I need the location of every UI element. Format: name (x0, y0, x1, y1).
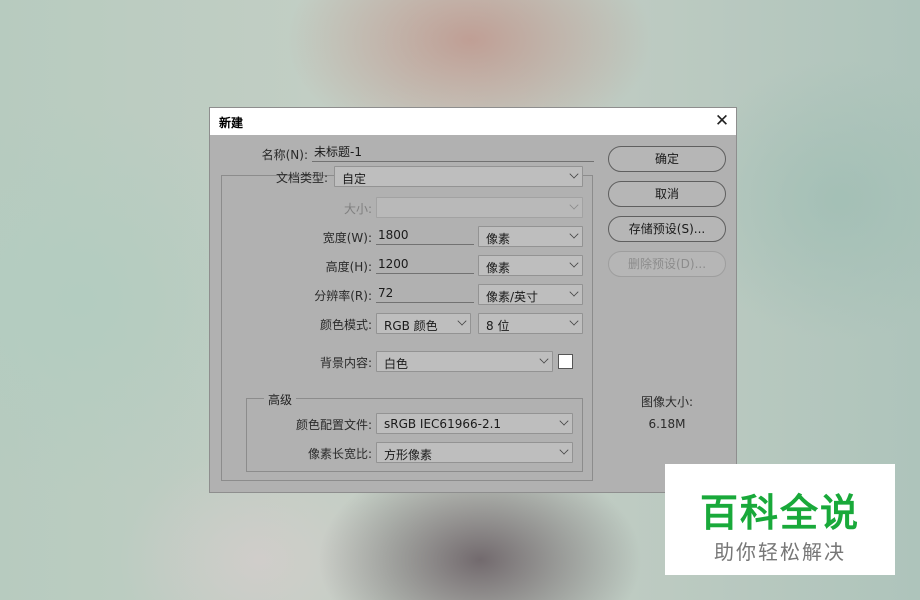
save-preset-button[interactable]: 存储预设(S)... (608, 216, 726, 242)
image-size-label: 图像大小: (640, 395, 694, 409)
background-value: 白色 (384, 357, 409, 371)
advanced-title: 高级 (264, 391, 297, 408)
height-unit-select[interactable]: 像素 (478, 255, 583, 276)
height-label: 高度(H): (325, 260, 372, 274)
chevron-down-icon (569, 200, 579, 210)
width-unit-select[interactable]: 像素 (478, 226, 583, 247)
name-field[interactable]: 未标题-1 (312, 144, 594, 162)
color-mode-select[interactable]: RGB 颜色 (376, 313, 471, 334)
background-select[interactable]: 白色 (376, 351, 553, 372)
chevron-down-icon (539, 354, 549, 364)
pixel-aspect-value: 方形像素 (384, 448, 433, 462)
bit-depth-select[interactable]: 8 位 (478, 313, 583, 334)
dialog-title: 新建 (219, 116, 244, 130)
watermark-subtitle: 助你轻松解决 (714, 540, 846, 564)
chevron-down-icon (559, 416, 569, 426)
color-mode-value: RGB 颜色 (384, 319, 438, 333)
size-select[interactable] (376, 197, 583, 218)
chevron-down-icon (569, 287, 579, 297)
height-unit-value: 像素 (486, 261, 511, 275)
cancel-button[interactable]: 取消 (608, 181, 726, 207)
delete-preset-button[interactable]: 删除预设(D)... (608, 251, 726, 277)
height-field[interactable]: 1200 (376, 256, 474, 274)
resolution-label: 分辨率(R): (314, 289, 372, 303)
name-label: 名称(N): (261, 148, 308, 162)
watermark-title: 百科全说 (699, 491, 860, 535)
pixel-aspect-select[interactable]: 方形像素 (376, 442, 573, 463)
width-field[interactable]: 1800 (376, 227, 474, 245)
resolution-unit-value: 像素/英寸 (486, 290, 539, 304)
document-type-value: 自定 (342, 172, 367, 186)
chevron-down-icon (569, 258, 579, 268)
image-size-value: 6.18M (648, 417, 686, 431)
dialog-titlebar: 新建 ✕ (210, 108, 736, 135)
size-label: 大小: (343, 202, 372, 216)
close-icon[interactable]: ✕ (712, 111, 732, 131)
chevron-down-icon (569, 169, 579, 179)
resolution-field[interactable]: 72 (376, 285, 474, 303)
chevron-down-icon (569, 316, 579, 326)
color-profile-select[interactable]: sRGB IEC61966-2.1 (376, 413, 573, 434)
watermark-logo: 百科全说 助你轻松解决 (665, 464, 895, 575)
background-label: 背景内容: (319, 356, 372, 370)
width-unit-value: 像素 (486, 232, 511, 246)
color-mode-label: 颜色模式: (319, 318, 372, 332)
color-profile-value: sRGB IEC61966-2.1 (384, 417, 502, 431)
chevron-down-icon (569, 229, 579, 239)
bit-depth-value: 8 位 (486, 319, 510, 333)
document-type-label: 文档类型: (275, 171, 328, 185)
color-profile-label: 颜色配置文件: (295, 418, 372, 432)
chevron-down-icon (559, 445, 569, 455)
chevron-down-icon (457, 316, 467, 326)
pixel-aspect-label: 像素长宽比: (307, 447, 372, 461)
ok-button[interactable]: 确定 (608, 146, 726, 172)
width-label: 宽度(W): (322, 231, 372, 245)
document-type-select[interactable]: 自定 (334, 166, 583, 187)
background-color-swatch[interactable] (558, 354, 573, 369)
new-document-dialog: 新建 ✕ 名称(N): 未标题-1 文档类型: 自定 大小: 宽度(W): 18… (209, 107, 737, 493)
resolution-unit-select[interactable]: 像素/英寸 (478, 284, 583, 305)
